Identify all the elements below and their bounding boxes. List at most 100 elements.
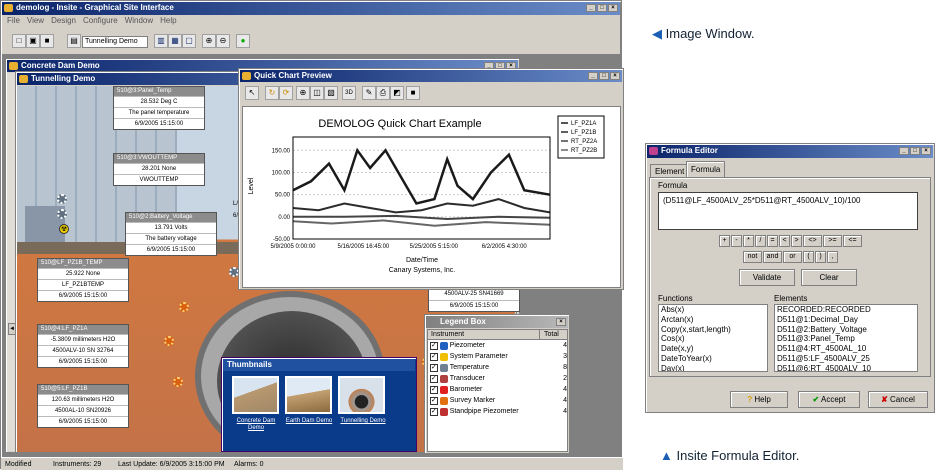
data-panel-lf-pz1b[interactable]: 510@5:LF_PZ1B 120.63 millimeters H2O 450… [37,384,129,428]
check-icon[interactable]: ✓ [430,396,438,405]
operator-button[interactable]: , [827,251,838,263]
operator-button[interactable]: not [743,251,762,263]
pointer-icon[interactable]: ↖ [245,86,259,100]
check-icon[interactable]: ✓ [430,363,438,372]
check-icon[interactable]: ✓ [430,407,438,416]
thumbnail-tunnelling[interactable] [338,376,385,414]
layout-icon[interactable]: ▤ [67,34,81,48]
operator-button[interactable]: < [779,235,790,247]
operator-button[interactable]: + [719,235,730,247]
function-item[interactable]: Cos(x) [661,334,767,344]
temperature-sensor-icon[interactable] [57,194,67,204]
validate-button[interactable]: Validate [739,269,795,286]
data-panel-panel-temp[interactable]: 510@3:Panel_Temp 28.532 Deg C The panel … [113,86,205,130]
new-icon[interactable]: □ [12,34,26,48]
edit-icon[interactable]: ✎ [362,86,376,100]
function-item[interactable]: Abs(x) [661,305,767,315]
operator-button[interactable]: ( [803,251,814,263]
operator-button[interactable]: >= [823,235,842,247]
instrument-column-header[interactable]: Instrument [428,330,540,339]
function-item[interactable]: Arctan(x) [661,315,767,325]
minimize-button[interactable]: _ [899,147,909,155]
function-item[interactable]: Date(x,y) [661,344,767,354]
piezometer-icon[interactable] [164,336,174,346]
maximize-button[interactable]: □ [597,4,607,12]
data-panel-lf-pz1b-temp[interactable]: 510@LF_PZ1B_TEMP 25.922 None LF_PZ1BTEMP… [37,258,129,302]
formula-titlebar[interactable]: Formula Editor _ □ × [647,145,933,158]
minimize-button[interactable]: _ [586,4,596,12]
print-icon[interactable]: ⎙ [376,86,390,100]
cascade-icon[interactable]: ▦ [168,34,182,48]
formula-input[interactable]: (D511@LF_4500ALV_25*D511@RT_4500ALV_10)/… [658,192,918,230]
operator-button[interactable]: * [743,235,754,247]
legend-titlebar[interactable]: Legend Box × [426,316,568,328]
operator-button[interactable]: = [767,235,778,247]
operator-button[interactable]: - [731,235,742,247]
elements-list[interactable]: RECORDED:RECORDED D511@1:Decimal_Day D511@… [774,304,918,372]
save-icon[interactable]: ■ [40,34,54,48]
zoom-in-icon[interactable]: ⊕ [202,34,216,48]
maximize-button[interactable]: □ [910,147,920,155]
thumbnails-titlebar[interactable]: Thumbnails [223,359,415,371]
thumbnail-label-concrete[interactable]: Concrete Dam Demo [228,418,284,432]
legend-row[interactable]: ✓ Piezometer 4 [428,340,567,351]
functions-list[interactable]: Abs(x) Arctan(x) Copy(x,start,length) Cos(x… [658,304,768,372]
thumbnail-label-tunnelling[interactable]: Tunnelling Demo [335,418,391,424]
operator-button[interactable]: ) [815,251,826,263]
tab-formula[interactable]: Formula [686,161,726,177]
refresh-icon[interactable]: ↻ [265,86,279,100]
function-item[interactable]: Copy(x,start,length) [661,325,767,335]
palette-icon[interactable]: ◫ [310,86,324,100]
check-icon[interactable]: ✓ [430,341,438,350]
menu-configure[interactable]: Configure [83,15,118,27]
menu-view[interactable]: View [27,15,44,27]
piezometer-icon[interactable] [173,377,183,387]
element-item[interactable]: D511@2:Battery_Voltage [777,325,917,335]
legend-row[interactable]: ✓ System Parameter 3 [428,351,567,362]
help-button[interactable]: ? Help [730,391,788,408]
element-item[interactable]: D511@5:LF_4500ALV_25 [777,354,917,364]
close-button[interactable]: × [921,147,931,155]
accept-button[interactable]: ✔ Accept [798,391,860,408]
operator-button[interactable]: and [763,251,782,263]
legend-row[interactable]: ✓ Temperature 8 [428,362,567,373]
menu-window[interactable]: Window [125,15,153,27]
operator-button[interactable]: <> [803,235,822,247]
close-button[interactable]: × [608,4,618,12]
check-icon[interactable]: ✓ [430,352,438,361]
3d-toggle-button[interactable]: 3D [342,86,356,100]
operator-button[interactable]: or [783,251,802,263]
zoom-icon[interactable]: ⊕ [296,86,310,100]
function-item[interactable]: DateToYear(x) [661,354,767,364]
cancel-button[interactable]: ✘ Cancel [868,391,928,408]
legend-row[interactable]: ✓ Standpipe Piezometer 4 [428,406,567,417]
element-item[interactable]: D511@6:RT_4500ALV_10 [777,364,917,371]
menu-design[interactable]: Design [51,15,76,27]
close-button[interactable]: × [610,72,620,80]
traffic-light-icon[interactable]: ● [236,34,250,48]
legend-row[interactable]: ✓ Survey Marker 4 [428,395,567,406]
close-button[interactable]: × [556,318,566,326]
data-panel-vwouttemp[interactable]: 510@3:VWOUTTEMP 28.201 None VWOUTTEMP [113,153,205,186]
menu-help[interactable]: Help [160,15,176,27]
operator-button[interactable]: > [791,235,802,247]
legend-row[interactable]: ✓ Transducer 2 [428,373,567,384]
site-dropdown[interactable]: Tunnelling Demo [82,36,148,48]
tile-icon[interactable]: ▥ [154,34,168,48]
window-icon[interactable]: ▢ [182,34,196,48]
thumbnail-concrete-dam[interactable] [232,376,279,414]
clear-button[interactable]: Clear [801,269,857,286]
legend-row[interactable]: ✓ Barometer 4 [428,384,567,395]
zoom-out-icon[interactable]: ⊖ [216,34,230,48]
element-item[interactable]: D511@4:RT_4500AL_10 [777,344,917,354]
system-parameter-icon[interactable]: ☢ [59,224,69,234]
operator-button[interactable]: / [755,235,766,247]
element-item[interactable]: RECORDED:RECORDED [777,305,917,315]
chart-titlebar[interactable]: Quick Chart Preview _ □ × [240,70,622,82]
save-icon[interactable]: ■ [406,86,420,100]
operator-button[interactable]: <= [843,235,862,247]
check-icon[interactable]: ✓ [430,385,438,394]
open-icon[interactable]: ▣ [26,34,40,48]
tab-element[interactable]: Element [650,164,690,177]
temperature-sensor-icon[interactable] [57,209,67,219]
